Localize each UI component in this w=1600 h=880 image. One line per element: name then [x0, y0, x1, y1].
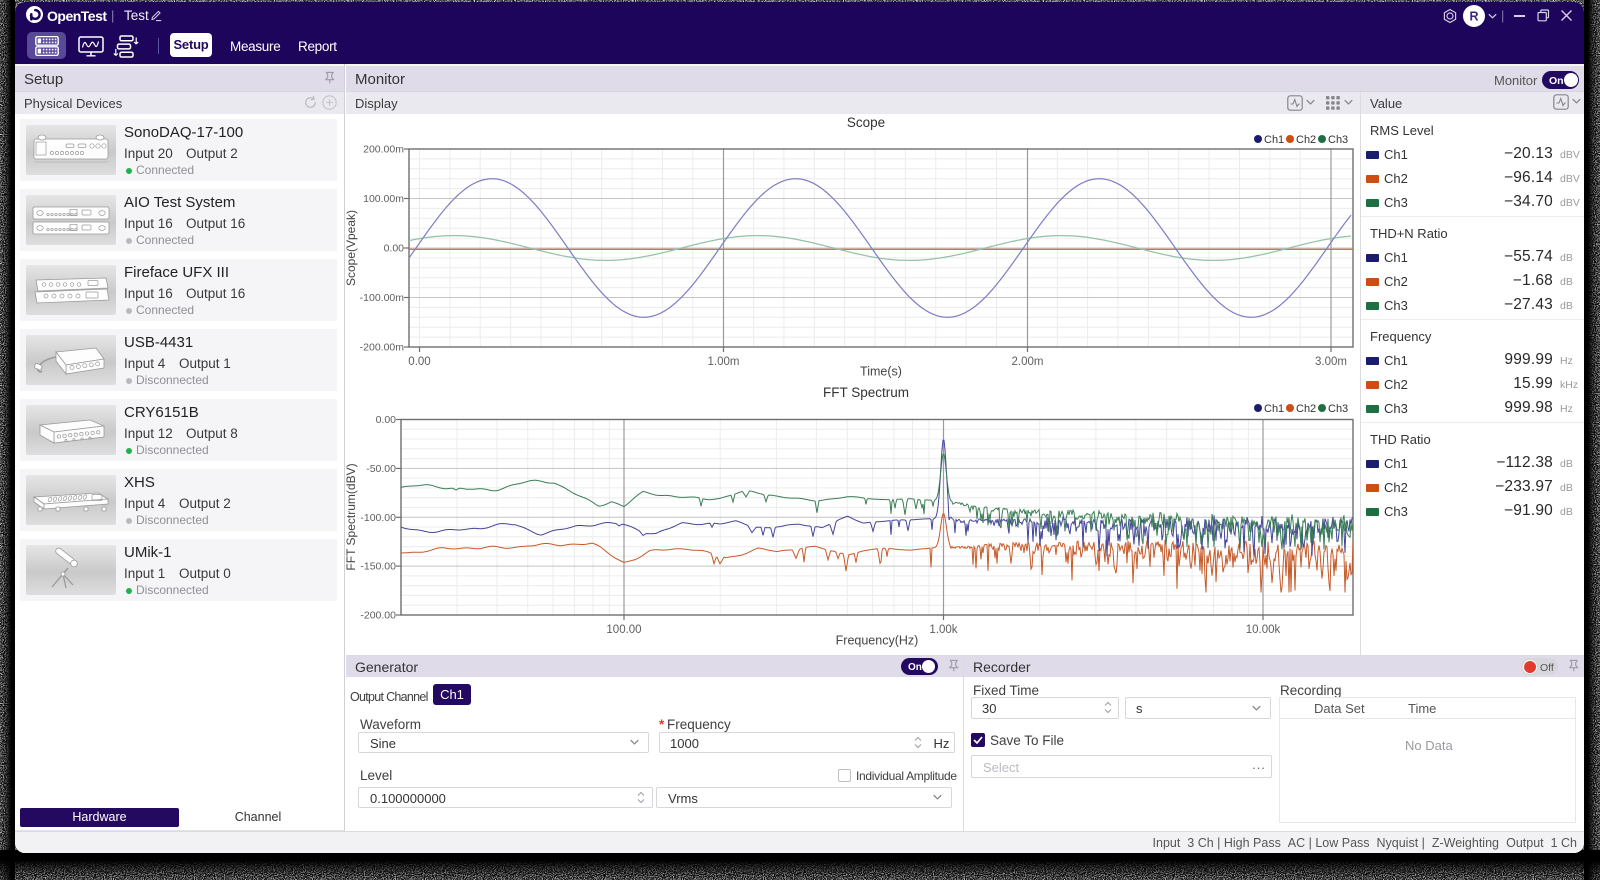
svg-text:R: R — [1469, 10, 1478, 24]
svg-text:Ch3: Ch3 — [1328, 134, 1348, 146]
svg-text:10.00k: 10.00k — [1246, 624, 1281, 636]
svg-text:1.00m: 1.00m — [708, 356, 740, 368]
svg-text:Scope: Scope — [847, 115, 885, 130]
svg-text:0.00: 0.00 — [408, 356, 430, 368]
svg-text:0.00: 0.00 — [376, 414, 397, 426]
svg-text:Ch2: Ch2 — [1296, 403, 1316, 415]
svg-text:2.00m: 2.00m — [1012, 356, 1044, 368]
svg-text:FFT Spectrum: FFT Spectrum — [823, 385, 909, 400]
svg-text:1.00k: 1.00k — [929, 624, 957, 636]
svg-text:Ch2: Ch2 — [1296, 134, 1316, 146]
svg-text:200.00m: 200.00m — [363, 144, 404, 156]
svg-text:100.00: 100.00 — [606, 624, 641, 636]
svg-text:-150.00: -150.00 — [360, 561, 396, 573]
svg-text:-100.00m: -100.00m — [360, 292, 405, 304]
svg-text:100.00m: 100.00m — [363, 193, 404, 205]
svg-text:Time(s): Time(s) — [860, 365, 902, 379]
svg-text:FFT Spectrum(dBV): FFT Spectrum(dBV) — [346, 463, 358, 570]
svg-text:-200.00m: -200.00m — [360, 342, 405, 354]
svg-text:-100.00: -100.00 — [360, 512, 396, 524]
svg-text:-200.00: -200.00 — [360, 610, 396, 622]
svg-text:Ch1: Ch1 — [1264, 134, 1284, 146]
svg-text:Ch3: Ch3 — [1328, 403, 1348, 415]
svg-text:0.00: 0.00 — [384, 243, 405, 255]
svg-text:Frequency(Hz): Frequency(Hz) — [836, 634, 919, 648]
svg-text:-50.00: -50.00 — [366, 463, 396, 475]
svg-text:Ch1: Ch1 — [1264, 403, 1284, 415]
svg-text:Scope(Vpeak): Scope(Vpeak) — [346, 210, 358, 286]
svg-text:3.00m: 3.00m — [1315, 356, 1347, 368]
